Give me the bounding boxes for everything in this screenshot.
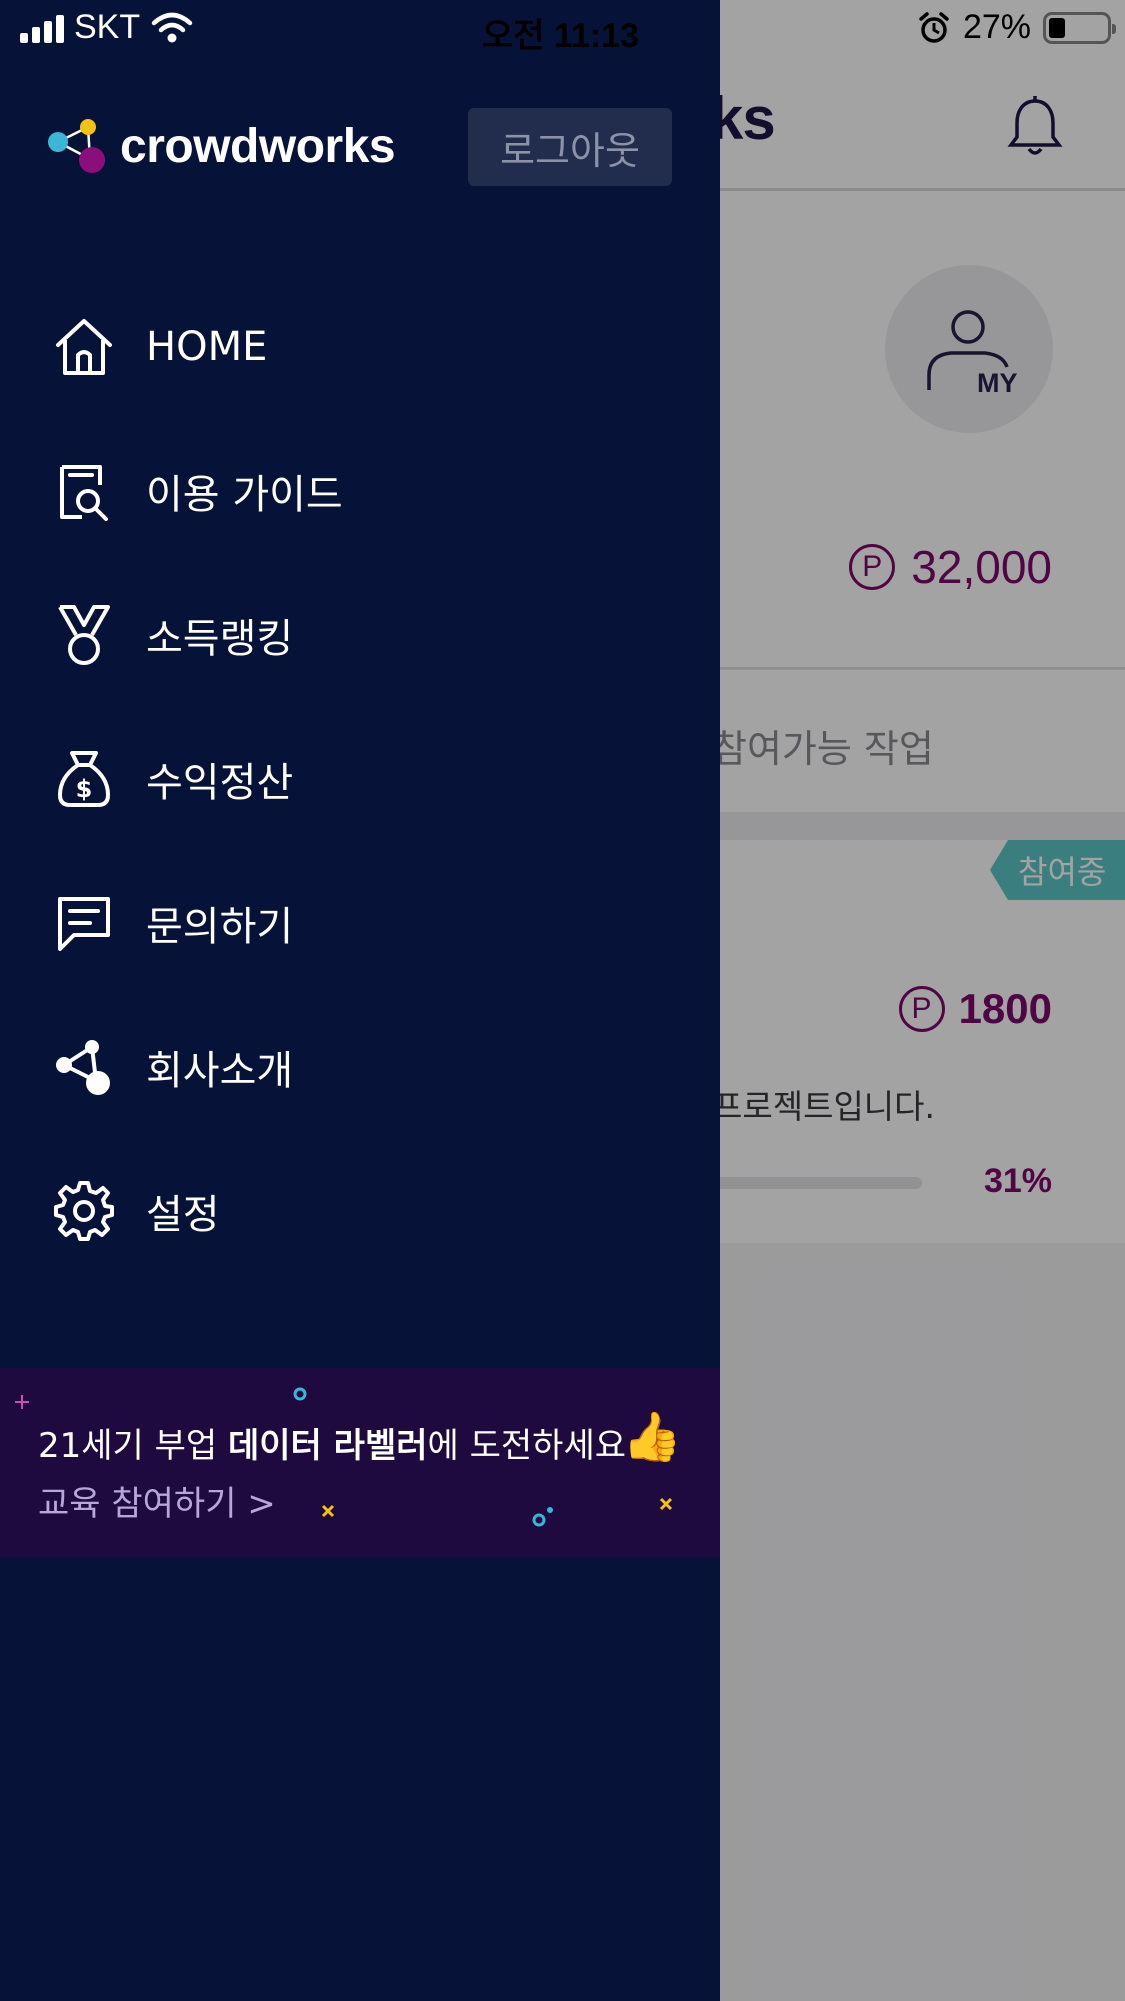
promo-link[interactable]: 교육 참여하기 >: [38, 1476, 276, 1525]
menu-item-company[interactable]: 회사소개: [0, 995, 720, 1139]
sparkle-icon: [532, 1507, 553, 1527]
drawer-menu: HOME 이용 가이드 소득랭킹 $ 수익정산 문의하기 회사소개 설정: [0, 275, 720, 1283]
sparkle-icon: [293, 1387, 307, 1401]
menu-item-label: HOME: [146, 324, 268, 370]
thumbs-up-icon: 👍: [622, 1409, 682, 1465]
menu-item-label: 수익정산: [146, 760, 294, 806]
sparkle-icon: [15, 1395, 29, 1409]
logo-text: crowdworks: [120, 119, 396, 173]
menu-item-label: 이용 가이드: [146, 472, 343, 518]
money-bag-icon: $: [52, 747, 116, 811]
menu-item-guide[interactable]: 이용 가이드: [0, 419, 720, 563]
gear-icon: [52, 1179, 116, 1243]
sparkle-icon: [659, 1497, 673, 1511]
menu-item-label: 회사소개: [146, 1048, 294, 1094]
menu-item-label: 문의하기: [146, 904, 294, 950]
signal-icon: [20, 13, 64, 43]
side-drawer: crowdworks 로그아웃 HOME 이용 가이드 소득랭킹 $ 수익정산 …: [0, 0, 720, 2001]
logo: crowdworks: [46, 115, 396, 177]
share-icon: [52, 1035, 116, 1099]
menu-item-ranking[interactable]: 소득랭킹: [0, 563, 720, 707]
guide-icon: [52, 459, 116, 523]
battery-percent: 27%: [962, 8, 1031, 46]
menu-item-settlement[interactable]: $ 수익정산: [0, 707, 720, 851]
carrier-name: SKT: [74, 8, 141, 46]
menu-item-label: 소득랭킹: [146, 616, 294, 662]
promo-highlight: 데이터 라벨러: [228, 1426, 428, 1466]
home-icon: [52, 315, 116, 379]
alarm-icon: [919, 11, 949, 43]
status-bar: SKT 오전 11:13 27%: [0, 0, 1125, 60]
battery-icon: [1043, 11, 1116, 44]
logo-mark-icon: [48, 119, 105, 173]
wifi-icon: [151, 12, 193, 42]
menu-item-label: 설정: [146, 1192, 220, 1238]
chat-icon: [52, 891, 116, 955]
logout-button[interactable]: 로그아웃: [468, 108, 672, 186]
medal-icon: [52, 603, 116, 667]
promo-text: 21세기 부업 데이터 라벨러에 도전하세요: [38, 1426, 627, 1466]
menu-item-settings[interactable]: 설정: [0, 1139, 720, 1283]
promo-banner[interactable]: 21세기 부업 데이터 라벨러에 도전하세요 👍 교육 참여하기 >: [0, 1368, 720, 1558]
menu-item-inquiry[interactable]: 문의하기: [0, 851, 720, 995]
sparkle-icon: [321, 1504, 335, 1518]
svg-text:$: $: [76, 775, 93, 803]
status-time: 오전 11:13: [482, 17, 640, 55]
menu-item-home[interactable]: HOME: [0, 275, 720, 419]
